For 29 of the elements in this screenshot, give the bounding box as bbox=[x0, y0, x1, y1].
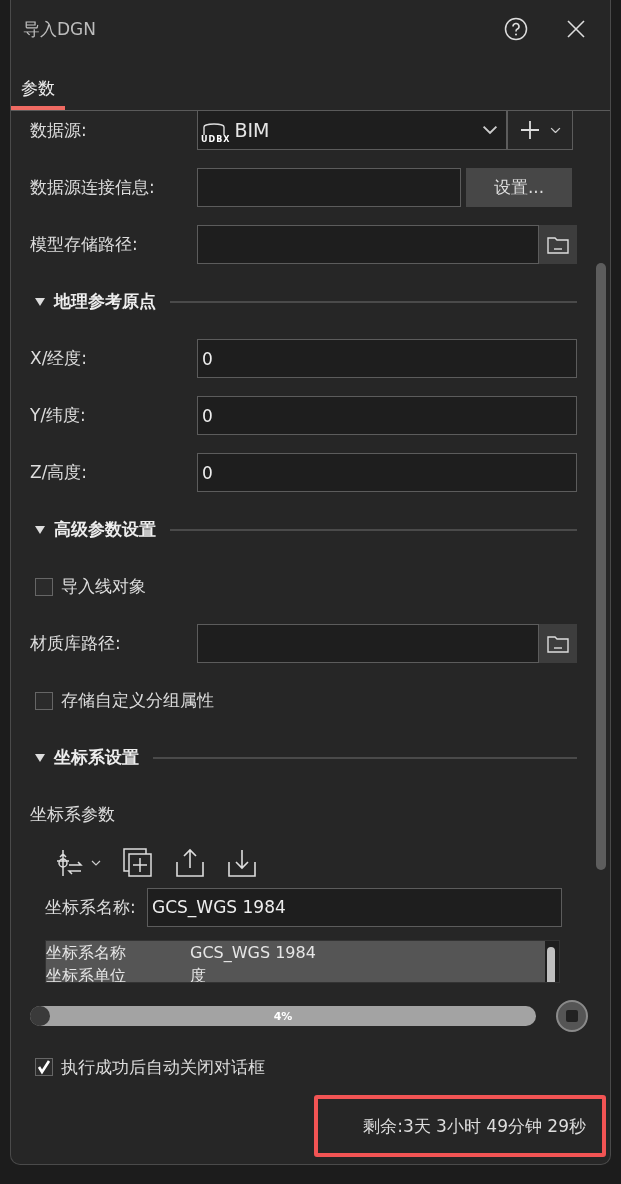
input-field[interactable]: 0 bbox=[197, 453, 577, 492]
input-field[interactable]: 0 bbox=[197, 396, 577, 435]
section-title: 坐标系设置 bbox=[54, 746, 139, 769]
checkbox-label: 导入线对象 bbox=[61, 575, 146, 598]
field-label: 数据源: bbox=[30, 119, 88, 142]
database-type-label: UDBX bbox=[201, 134, 231, 144]
field-label: 坐标系名称: bbox=[45, 895, 137, 919]
tab[interactable]: 参数 bbox=[11, 77, 65, 110]
field-label: 材质库路径: bbox=[30, 632, 122, 655]
checkbox-label: 执行成功后自动关闭对话框 bbox=[61, 1055, 265, 1079]
field-label: Z/高度: bbox=[30, 461, 89, 484]
property-name: 坐标系名称 bbox=[46, 942, 127, 964]
property-value: GCS_WGS 1984 bbox=[190, 942, 316, 964]
settings-button[interactable]: 设置... bbox=[466, 168, 572, 207]
field-label: Y/纬度: bbox=[30, 404, 87, 427]
section-title: 高级参数设置 bbox=[54, 518, 156, 541]
progress-label: 4% bbox=[272, 1009, 294, 1023]
field-label: X/经度: bbox=[30, 347, 89, 370]
field-label: 数据源连接信息: bbox=[30, 176, 156, 199]
field-label: 模型存储路径: bbox=[30, 233, 139, 256]
name-field[interactable]: GCS_WGS 1984 bbox=[147, 887, 562, 927]
input-field[interactable]: 0 bbox=[197, 339, 577, 378]
section-title: 地理参考原点 bbox=[54, 290, 156, 313]
datasource-value: BIM bbox=[234, 119, 271, 141]
checkbox-label: 存储自定义分组属性 bbox=[61, 689, 214, 712]
window-title: 导入DGN bbox=[23, 17, 97, 41]
subheading: 坐标系参数 bbox=[30, 803, 115, 826]
datasource-dropdown[interactable]: UDBX BIM bbox=[197, 111, 507, 150]
remaining-time: 剩余:3天 3小时 49分钟 29秒 bbox=[314, 1095, 606, 1157]
